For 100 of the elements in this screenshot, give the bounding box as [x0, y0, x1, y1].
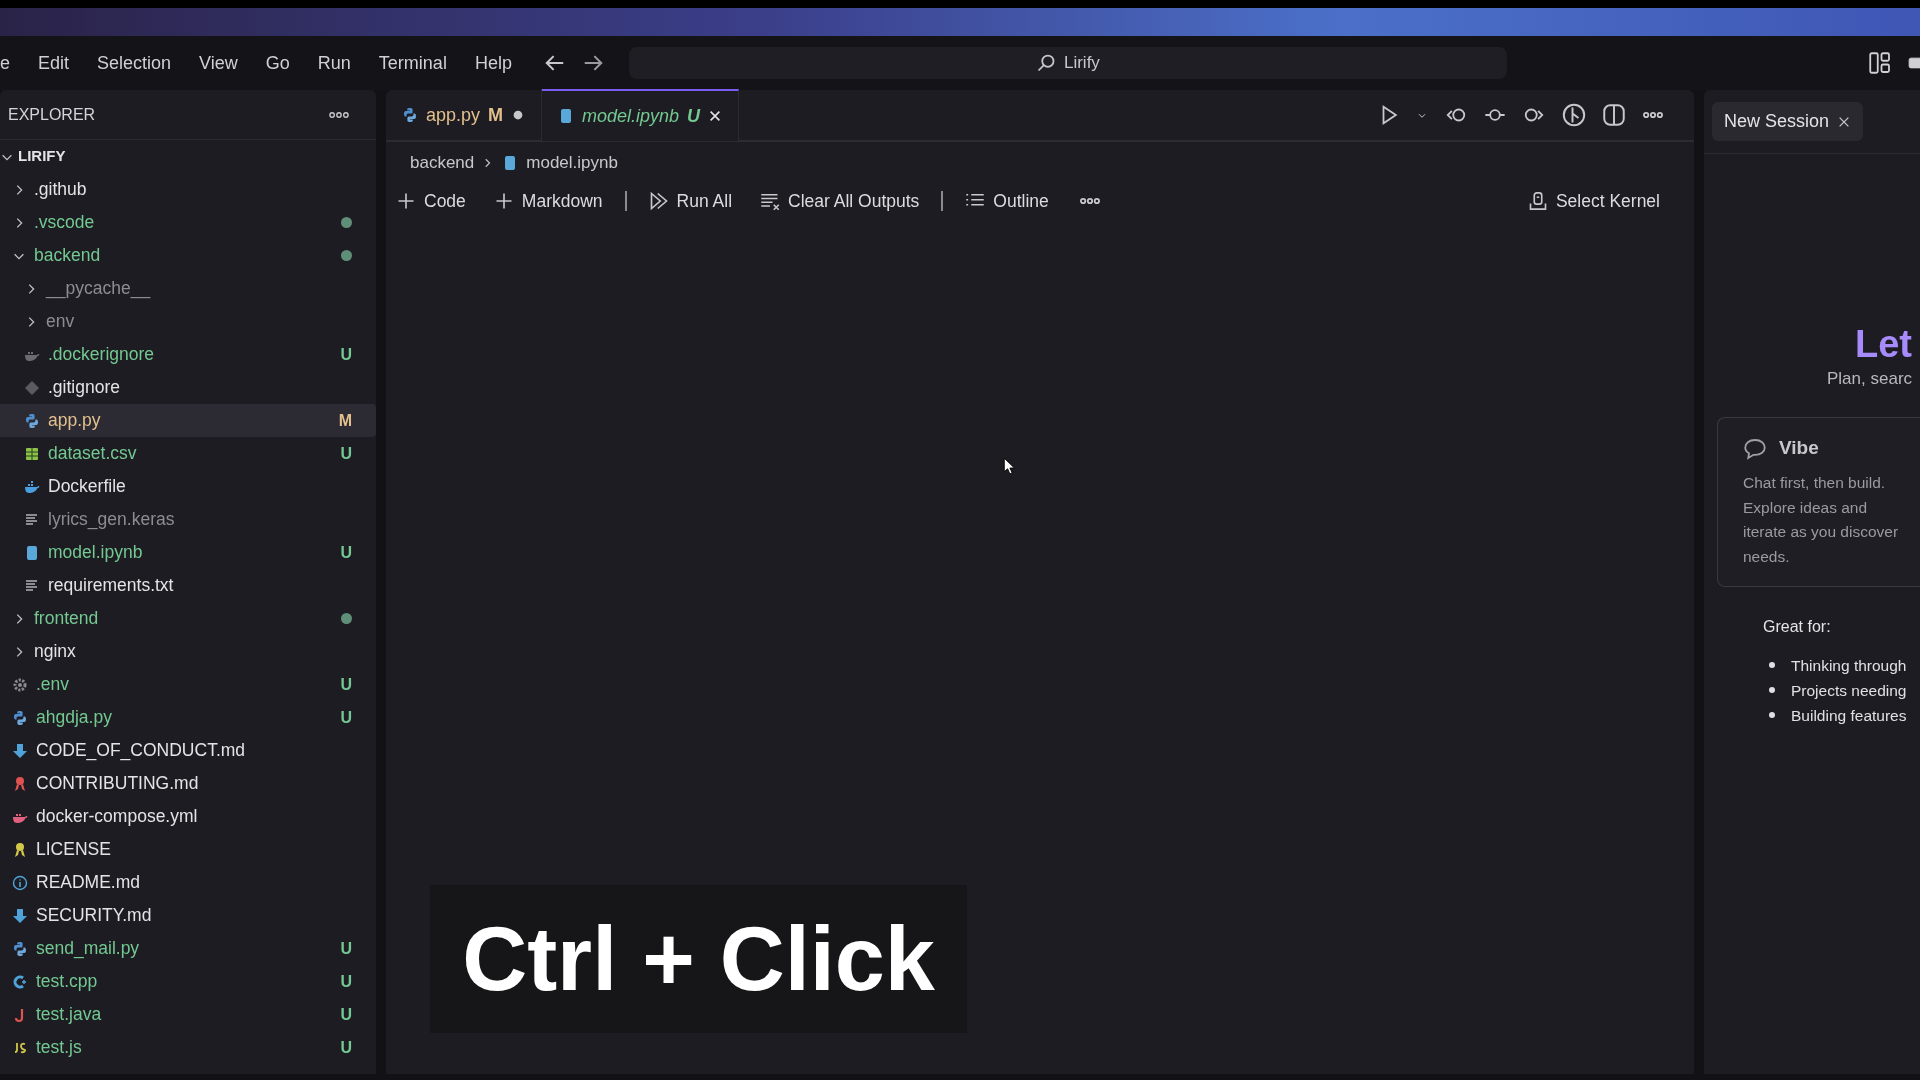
search-text: Lirify	[1063, 52, 1100, 75]
tree-item[interactable]: LIRIFY	[0, 140, 376, 173]
menu-item[interactable]: Go	[251, 45, 304, 81]
split-editor-icon[interactable]	[1602, 103, 1626, 127]
bullet-icon	[1769, 662, 1775, 669]
menu-item[interactable]: Edit	[24, 45, 84, 81]
file-name: backend	[34, 244, 101, 268]
tree-item[interactable]: docker-compose.yml	[0, 800, 376, 833]
python-icon	[24, 412, 40, 429]
python-icon	[402, 107, 418, 123]
chat-tab[interactable]: New Session	[1712, 102, 1864, 141]
tree-item[interactable]: dataset.csv U	[0, 437, 376, 470]
file-name: app.py	[48, 409, 101, 433]
tree-item[interactable]: README.md	[0, 866, 376, 899]
tree-item[interactable]: __pycache__	[0, 272, 376, 305]
git-status-letter: U	[340, 445, 352, 463]
card-title: Vibe	[1779, 436, 1819, 461]
toolbar-button[interactable]: Run All	[638, 183, 743, 218]
git-status-letter: U	[340, 346, 352, 364]
search-icon	[1035, 53, 1056, 73]
notebook-icon	[24, 544, 40, 561]
double-play-icon	[648, 190, 669, 211]
tree-item[interactable]: .dockerignore U	[0, 338, 376, 371]
menu-item[interactable]: Selection	[83, 45, 186, 81]
toolbar-button[interactable]: Outline	[955, 183, 1059, 218]
file-name: lyrics_gen.keras	[48, 508, 175, 532]
breadcrumb-item[interactable]: model.ipynb	[526, 150, 618, 176]
search-field[interactable]: Lirify	[628, 47, 1507, 79]
tree-item[interactable]: backend	[0, 239, 376, 272]
panel-title: EXPLORER	[8, 104, 96, 125]
gear-icon	[12, 676, 28, 693]
toolbar-button[interactable]: Markdown	[483, 183, 613, 218]
git-status-letter: U	[340, 1006, 352, 1024]
menu-item[interactable]: View	[185, 45, 252, 81]
layout-icon[interactable]	[1868, 51, 1892, 75]
close-icon[interactable]	[708, 109, 723, 123]
tree-item[interactable]: CONTRIBUTING.md	[0, 767, 376, 800]
python-icon	[12, 940, 28, 957]
card-description: Chat first, then build. Explore ideas and iterate as you discover needs.	[1743, 472, 1900, 568]
file-name: CODE_OF_CONDUCT.md	[36, 739, 246, 763]
kernel-icon	[1527, 190, 1548, 211]
git-status-letter: U	[340, 709, 352, 727]
tree-item[interactable]: send_mail.py U	[0, 932, 376, 965]
tree-item[interactable]: SECURITY.md	[0, 899, 376, 932]
menu-item[interactable]: Terminal	[364, 45, 461, 81]
whale-icon	[24, 478, 40, 495]
file-name: LICENSE	[36, 838, 111, 862]
file-name: __pycache__	[46, 277, 151, 301]
menu-item[interactable]: Help	[460, 45, 526, 81]
list-item: Projects needing	[1791, 681, 1907, 701]
chat-subtitle: Plan, searc	[1827, 367, 1914, 390]
file-name: env	[46, 310, 75, 334]
tree-item[interactable]: lyrics_gen.keras	[0, 503, 376, 536]
tree-item[interactable]: Dockerfile	[0, 470, 376, 503]
bullet-icon	[1769, 687, 1775, 694]
tree-item[interactable]: .env U	[0, 668, 376, 701]
file-name: send_mail.py	[36, 937, 140, 961]
file-name: .github	[34, 178, 87, 202]
table-icon	[24, 445, 40, 462]
tree-item[interactable]: nginx	[0, 635, 376, 668]
c-plus-icon	[12, 973, 28, 990]
menu-item[interactable]: e	[0, 45, 24, 81]
tree-item[interactable]: CODE_OF_CONDUCT.md	[0, 734, 376, 767]
arrow-down-icon	[12, 742, 28, 759]
tree-item[interactable]: .github	[0, 173, 376, 206]
python-icon	[12, 709, 28, 726]
menu-item[interactable]: Run	[303, 45, 365, 81]
tree-item[interactable]: test.cpp U	[0, 965, 376, 998]
tree-item[interactable]: requirements.txt	[0, 569, 376, 602]
file-name: SECURITY.md	[36, 904, 152, 928]
tree-item[interactable]: ahgdja.py U	[0, 701, 376, 734]
chat-heading: Let	[1855, 324, 1913, 366]
toolbar-button[interactable]: Code	[386, 183, 476, 218]
breadcrumb-item[interactable]: backend	[410, 150, 475, 176]
ribbon-icon	[12, 841, 28, 858]
tree-item[interactable]: .vscode	[0, 206, 376, 239]
tree-item[interactable]: app.py M	[0, 404, 376, 437]
git-status-letter: U	[340, 1039, 352, 1057]
caption-overlay: Ctrl + Click	[430, 885, 967, 1033]
git-status-letter: U	[340, 676, 352, 694]
tree-item[interactable]: LICENSE	[0, 833, 376, 866]
file-name: requirements.txt	[48, 574, 174, 598]
tree-item[interactable]: model.ipynb U	[0, 536, 376, 569]
mode-card[interactable]: Vibe Chat first, then build. Explore ideas and iterate as you discover needs.	[1717, 417, 1920, 587]
file-name: nginx	[34, 640, 76, 664]
tree-item[interactable]: env	[0, 305, 376, 338]
git-status-letter: U	[340, 940, 352, 958]
speech-bubble-icon	[1743, 436, 1767, 461]
editor-tab[interactable]: model.ipynb U	[542, 89, 740, 141]
toolbar-button[interactable]: Clear All Outputs	[750, 183, 930, 218]
select-kernel-button[interactable]: Select Kernel	[1517, 183, 1670, 218]
diamond-icon	[24, 379, 40, 396]
ribbon-icon	[12, 775, 28, 792]
branch-circle-icon[interactable]	[1562, 103, 1586, 127]
file-name: Dockerfile	[48, 475, 126, 499]
tree-item[interactable]: .gitignore	[0, 371, 376, 404]
tree-item[interactable]: test.js U	[0, 1031, 376, 1064]
file-name: dataset.csv	[48, 442, 137, 466]
tree-item[interactable]: test.java U	[0, 998, 376, 1031]
tree-item[interactable]: frontend	[0, 602, 376, 635]
